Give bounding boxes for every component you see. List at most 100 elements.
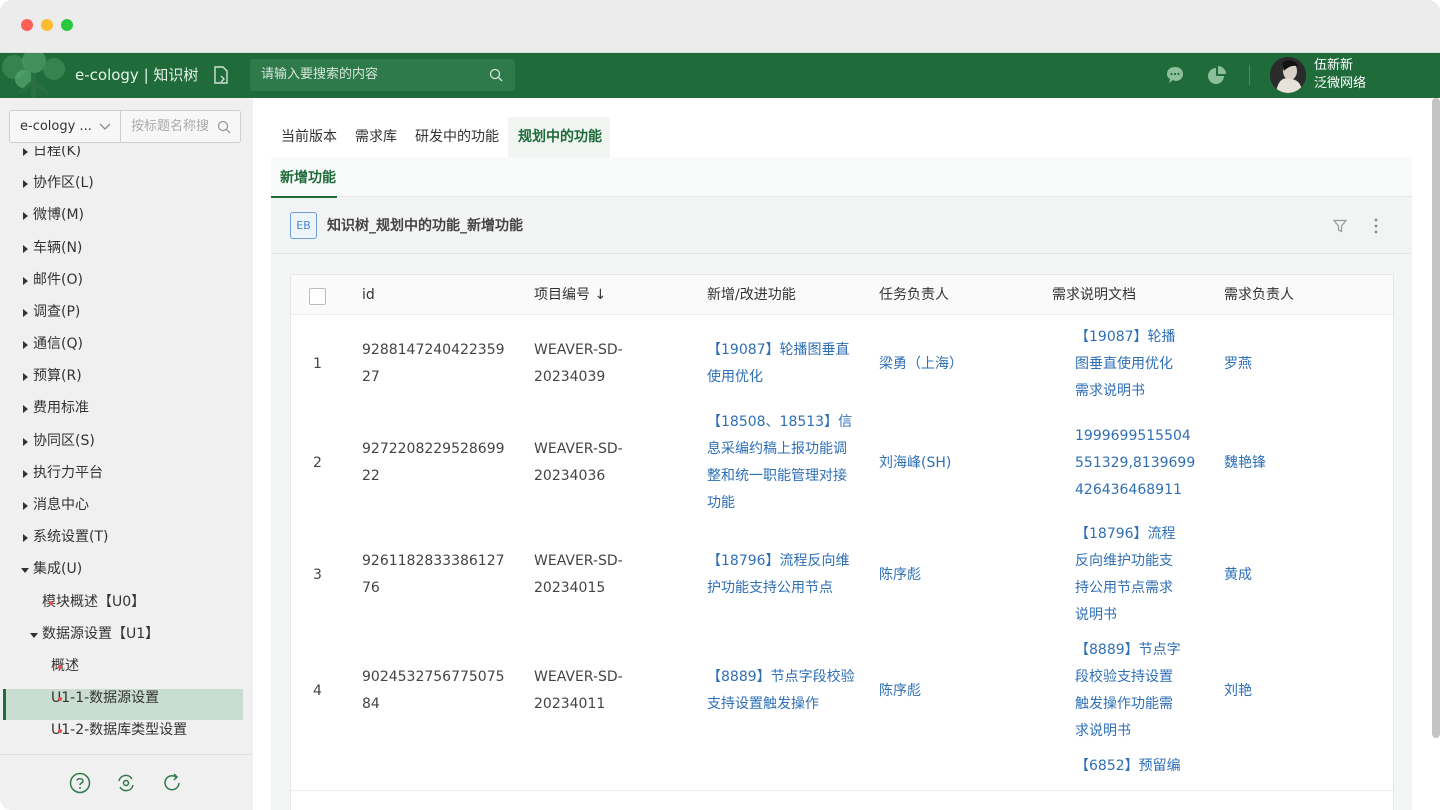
- row-doc-link[interactable]: 段校验支持设置: [1075, 664, 1173, 691]
- page-scrollbar[interactable]: [1432, 98, 1440, 738]
- select-all-checkbox[interactable]: [309, 288, 326, 305]
- subtab-new-features[interactable]: 新增功能: [280, 169, 336, 187]
- row-doc-link[interactable]: 需求说明书: [1075, 378, 1145, 405]
- knowledge-tree-select[interactable]: e-cology ...: [9, 110, 121, 143]
- close-window-button[interactable]: [21, 19, 33, 31]
- row-id: 27: [362, 369, 380, 385]
- user-name[interactable]: 伍新新: [1314, 58, 1353, 74]
- row-doc-link[interactable]: 【19087】轮播: [1075, 324, 1176, 351]
- column-header-project-no[interactable]: 项目编号 ↓: [534, 286, 606, 304]
- row-req-owner[interactable]: 刘艳: [1224, 678, 1252, 705]
- caret-down-icon[interactable]: [20, 565, 30, 575]
- column-header-req-owner[interactable]: 需求负责人: [1224, 286, 1294, 304]
- search-icon[interactable]: [217, 120, 231, 134]
- row-doc-link[interactable]: 求说明书: [1075, 718, 1131, 745]
- row-doc-link[interactable]: 反向维护功能支: [1075, 548, 1173, 575]
- row-feature-link[interactable]: 【8889】节点字段校验: [707, 664, 855, 691]
- tab-requirements[interactable]: 需求库: [355, 128, 397, 146]
- user-company: 泛微网络: [1314, 76, 1367, 91]
- sidebar-search-input[interactable]: 按标题名称搜: [121, 110, 241, 143]
- sidebar-item-label: 通信(Q): [33, 336, 83, 352]
- caret-right-icon[interactable]: [20, 244, 30, 254]
- eb-badge: EB: [290, 212, 317, 239]
- row-index: 2: [313, 454, 322, 471]
- row-req-owner[interactable]: 罗燕: [1224, 351, 1252, 378]
- row-doc-link[interactable]: 触发操作功能需: [1075, 691, 1173, 718]
- caret-right-icon[interactable]: [20, 533, 30, 543]
- row-feature-link[interactable]: 【18508、18513】信: [707, 409, 852, 436]
- row-index: 1: [313, 355, 322, 372]
- search-placeholder: 请输入要搜索的内容: [261, 67, 379, 82]
- row-doc-link[interactable]: 说明书: [1075, 602, 1117, 629]
- more-options-icon[interactable]: [1372, 217, 1380, 235]
- row-doc-link[interactable]: 1999699515504: [1075, 423, 1191, 450]
- row-project-no: 20234015: [534, 580, 606, 596]
- search-icon[interactable]: [489, 68, 503, 82]
- caret-right-icon[interactable]: [20, 211, 30, 221]
- caret-right-icon[interactable]: [20, 147, 30, 157]
- pie-chart-icon[interactable]: [1207, 65, 1227, 85]
- row-doc-link[interactable]: 图垂直使用优化: [1075, 351, 1173, 378]
- help-icon[interactable]: [69, 772, 91, 794]
- row-doc-link[interactable]: 426436468911: [1075, 477, 1182, 504]
- minimize-window-button[interactable]: [41, 19, 53, 31]
- user-avatar[interactable]: [1270, 57, 1306, 93]
- row-doc-link[interactable]: 【8889】节点字: [1075, 637, 1181, 664]
- app-window: e-cology | 知识树 请输入要搜索的内容 伍新新 泛微网络 e-colo…: [0, 0, 1440, 810]
- pagination-bar: [291, 790, 1393, 810]
- row-feature-link[interactable]: 功能: [707, 490, 735, 517]
- sidebar-item-label: 费用标准: [33, 400, 89, 416]
- caret-right-icon[interactable]: [20, 469, 30, 479]
- row-id: 22: [362, 468, 380, 484]
- refresh-icon[interactable]: [161, 772, 183, 794]
- sidebar-item-label: 协作区(L): [33, 175, 94, 191]
- row-feature-link[interactable]: 【19087】轮播图垂直: [707, 337, 850, 364]
- caret-right-icon[interactable]: [20, 404, 30, 414]
- row-task-owner[interactable]: 梁勇（上海）: [879, 351, 963, 378]
- row-task-owner[interactable]: 刘海峰(SH): [879, 450, 951, 477]
- global-search-input[interactable]: 请输入要搜索的内容: [250, 59, 515, 91]
- row-feature-link[interactable]: 使用优化: [707, 364, 763, 391]
- column-header-task-owner[interactable]: 任务负责人: [879, 286, 949, 304]
- row-feature-link[interactable]: 息采编约稿上报功能调: [707, 436, 847, 463]
- row-req-owner[interactable]: 魏艳锋: [1224, 450, 1266, 477]
- caret-right-icon[interactable]: [20, 308, 30, 318]
- sidebar-item-label: 微博(M): [33, 207, 85, 223]
- row-project-no: WEAVER-SD-: [534, 669, 623, 685]
- caret-right-icon[interactable]: [20, 179, 30, 189]
- row-feature-link[interactable]: 护功能支持公用节点: [707, 575, 833, 602]
- document-switch-icon[interactable]: [211, 65, 231, 85]
- row-doc-link[interactable]: 【18796】流程: [1075, 521, 1176, 548]
- caret-right-icon[interactable]: [20, 437, 30, 447]
- row-doc-link[interactable]: 551329,8139699: [1075, 450, 1195, 477]
- column-header-doc[interactable]: 需求说明文档: [1052, 286, 1136, 304]
- sidebar-item-label: 概述: [51, 658, 79, 674]
- sync-icon[interactable]: [115, 772, 137, 794]
- column-header-feature[interactable]: 新增/改进功能: [707, 286, 796, 304]
- row-task-owner[interactable]: 陈序彪: [879, 562, 921, 589]
- caret-right-icon[interactable]: [20, 276, 30, 286]
- subtab-bar: [271, 157, 1412, 197]
- sidebar-item-label: U1-1-数据源设置: [51, 690, 160, 706]
- tab-in-development[interactable]: 研发中的功能: [415, 128, 499, 146]
- tab-planned[interactable]: 规划中的功能: [518, 128, 602, 146]
- caret-right-icon[interactable]: [20, 372, 30, 382]
- row-project-no: 20234011: [534, 696, 606, 712]
- partial-doc-link[interactable]: 【6852】预留编: [1075, 753, 1181, 780]
- row-feature-link[interactable]: 整和统一职能管理对接: [707, 463, 847, 490]
- maximize-window-button[interactable]: [61, 19, 73, 31]
- caret-right-icon[interactable]: [20, 340, 30, 350]
- filter-icon[interactable]: [1333, 219, 1347, 233]
- column-header-id[interactable]: id: [362, 286, 375, 304]
- row-task-owner[interactable]: 陈序彪: [879, 678, 921, 705]
- caret-right-icon[interactable]: [20, 501, 30, 511]
- message-icon[interactable]: [1165, 65, 1185, 85]
- row-feature-link[interactable]: 支持设置触发操作: [707, 691, 819, 718]
- caret-down-icon[interactable]: [29, 630, 39, 640]
- row-feature-link[interactable]: 【18796】流程反向维: [707, 548, 850, 575]
- tab-current-version[interactable]: 当前版本: [281, 128, 337, 146]
- row-doc-link[interactable]: 持公用节点需求: [1075, 575, 1173, 602]
- sidebar-item-label: 数据源设置【U1】: [42, 626, 160, 642]
- status-dot: [58, 665, 62, 669]
- row-req-owner[interactable]: 黄成: [1224, 562, 1252, 589]
